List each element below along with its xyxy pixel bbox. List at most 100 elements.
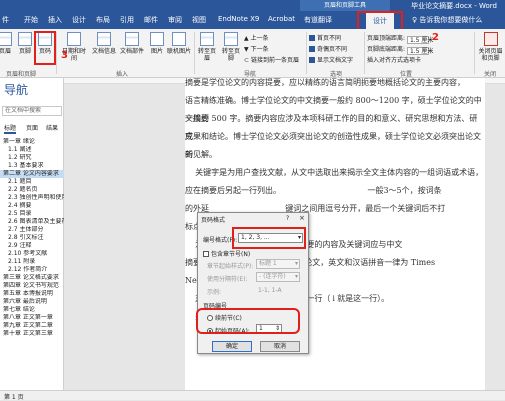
nav-heading-item[interactable]: 2.3 独创性声明和使用 [0, 194, 64, 202]
option-first-page[interactable]: 首页不同 [309, 33, 341, 42]
status-bar: 第 1 页 [0, 390, 505, 401]
close-hf-label: 关闭页眉和页脚 [478, 48, 503, 62]
nav-heading-item[interactable]: 2.11 附录 [0, 258, 64, 266]
nav-heading-item[interactable]: 2.2 题名页 [0, 186, 64, 194]
nav-tab-pages[interactable]: 页面 [26, 123, 38, 132]
nav-heading-item[interactable]: 第六章 最后说明 [0, 298, 64, 306]
footer-label: 页脚 [18, 48, 31, 55]
header-distance-input[interactable]: 1.5 厘米 [406, 36, 433, 44]
online-picture-button[interactable]: 联机图片 [166, 32, 192, 55]
tab-mailings[interactable]: 邮件 [144, 15, 158, 25]
tab-view[interactable]: 视图 [192, 15, 206, 25]
tell-me-label: 告诉我你想要做什么 [419, 16, 483, 24]
tab-endnote[interactable]: EndNote X9 [218, 15, 259, 23]
picture-label: 图片 [150, 48, 163, 55]
next-button[interactable]: ▼ 下一条 [244, 44, 269, 53]
next-label: 下一条 [250, 46, 269, 53]
link-icon: ⊂ [244, 57, 251, 64]
nav-heading-item[interactable]: 1.3 基本要求 [0, 162, 64, 170]
nav-search-input[interactable]: 在文档中搜索 [2, 106, 62, 116]
footer-distance-input[interactable]: 1.5 厘米 [406, 47, 433, 55]
document-title: 毕业论文摘要.docx - Word [411, 2, 497, 10]
document-line: 关键字是为用户查找文献，从文中选取出来揭示全文主体内容的一组词语或术语， [185, 168, 484, 177]
nav-heading-item[interactable]: 第五章 本博报说明 [0, 290, 64, 298]
option-show-text[interactable]: 显示文档文字 [309, 55, 353, 64]
nav-heading-item[interactable]: 2.10 参考文献 [0, 250, 64, 258]
link-previous-label: 链接到前一条页眉 [250, 57, 299, 64]
group-label-hf: 页眉和页脚 [6, 71, 37, 78]
previous-label: 上一条 [250, 35, 269, 42]
checkbox-show-text[interactable] [309, 57, 315, 63]
quick-parts-button[interactable]: 文档部件 [118, 32, 146, 55]
nav-tab-results[interactable]: 结果 [46, 123, 58, 132]
footer-button[interactable]: 页脚 [14, 32, 36, 55]
nav-heading-item[interactable]: 第九章 正文第二章 [0, 322, 64, 330]
nav-heading-item[interactable]: 2.9 注释 [0, 242, 64, 250]
nav-tab-headings[interactable]: 标题 [4, 123, 17, 134]
nav-heading-item[interactable]: 第十章 正文第三章 [0, 330, 64, 338]
close-hf-button[interactable]: 关闭页眉和页脚 [477, 32, 504, 62]
chapter-style-label: 章节起始样式(P): [207, 263, 254, 270]
tab-home[interactable]: 开始 [24, 15, 38, 25]
divider [306, 32, 307, 74]
align-tab-button[interactable]: 插入对齐方式选项卡 [367, 55, 421, 64]
option-odd-even[interactable]: 奇偶页不同 [309, 44, 347, 53]
nav-heading-item[interactable]: 2.8 引文标注 [0, 234, 64, 242]
tab-acrobat[interactable]: Acrobat [268, 15, 295, 23]
include-chapter-checkbox[interactable] [203, 251, 209, 257]
help-icon[interactable]: ? [286, 215, 289, 222]
tab-insert[interactable]: 插入 [48, 15, 62, 25]
tab-layout[interactable]: 布局 [96, 15, 110, 25]
ribbon-tabs: 件 开始 插入 设计 布局 引用 邮件 审阅 视图 EndNote X9 Acr… [0, 11, 505, 29]
divider [364, 32, 365, 74]
nav-heading-item[interactable]: 第三章 论文格式要求 [0, 274, 64, 282]
nav-heading-item[interactable]: 第八章 正文第一章 [0, 314, 64, 322]
link-previous-button[interactable]: ⊂ 链接到前一条页眉 [244, 55, 299, 64]
previous-button[interactable]: ▲ 上一条 [244, 33, 269, 42]
online-picture-label: 联机图片 [166, 48, 191, 55]
goto-footer-button[interactable]: 转至页脚 [220, 32, 242, 62]
nav-heading-item[interactable]: 1.1 阐述 [0, 146, 64, 154]
cancel-button[interactable]: 取消 [260, 341, 300, 352]
nav-heading-item[interactable]: 第二章 论文内容要求 [0, 170, 64, 178]
doc-info-button[interactable]: 文档信息 [90, 32, 118, 55]
annotation-box-number-format [232, 227, 306, 249]
picture-button[interactable]: 图片 [146, 32, 168, 55]
tab-references[interactable]: 引用 [120, 15, 134, 25]
nav-heading-item[interactable]: 2.12 作者简介 [0, 266, 64, 274]
tab-file[interactable]: 件 [2, 15, 9, 25]
quick-parts-icon [125, 32, 139, 46]
nav-heading-item[interactable]: 2.5 目录 [0, 210, 64, 218]
goto-footer-label: 转至页脚 [221, 48, 240, 62]
tell-me[interactable]: ♀ 告诉我你想要做什么 [412, 15, 482, 25]
example-value: 1-1, 1-A [258, 287, 282, 294]
header-label: 页眉 [0, 48, 11, 55]
footer-distance-label: 页脚底端距离: [367, 46, 406, 53]
tab-design[interactable]: 设计 [72, 15, 86, 25]
tab-review[interactable]: 审阅 [168, 15, 182, 25]
annotation-box-start-at [196, 308, 300, 334]
nav-heading-item[interactable]: 2.4 摘要 [0, 202, 64, 210]
nav-heading-item[interactable]: 第一章 绪论 [0, 138, 64, 146]
nav-heading-item[interactable]: 2.7 主体部分 [0, 226, 64, 234]
nav-heading-item[interactable]: 2.1 题目 [0, 178, 64, 186]
footer-icon [18, 32, 32, 46]
quick-parts-label: 文档部件 [119, 48, 144, 55]
nav-heading-item[interactable]: 2.6 图表清单及主要符号 [0, 218, 64, 226]
checkbox-first-page[interactable] [309, 35, 315, 41]
nav-heading-item[interactable]: 第四章 论文书写规范 [0, 282, 64, 290]
doc-info-label: 文档信息 [91, 48, 116, 55]
dialog-close-icon[interactable]: × [299, 214, 305, 222]
chapter-style-select[interactable]: 标题 1 ▾ [256, 259, 300, 269]
nav-heading-item[interactable]: 第七章 结论 [0, 306, 64, 314]
separator-select[interactable]: - (连字符) ▾ [256, 272, 300, 282]
goto-header-button[interactable]: 转至页眉 [196, 32, 218, 62]
picture-icon [150, 32, 164, 46]
ok-button[interactable]: 确定 [212, 341, 252, 352]
align-tab-label: 插入对齐方式选项卡 [367, 57, 422, 64]
tab-youdao[interactable]: 有道翻译 [304, 15, 332, 25]
checkbox-odd-even[interactable] [309, 46, 315, 52]
include-chapter[interactable]: 包含章节号(N) [203, 249, 250, 258]
annotation-number-3: 3 [61, 50, 68, 61]
nav-heading-item[interactable]: 1.2 研究 [0, 154, 64, 162]
